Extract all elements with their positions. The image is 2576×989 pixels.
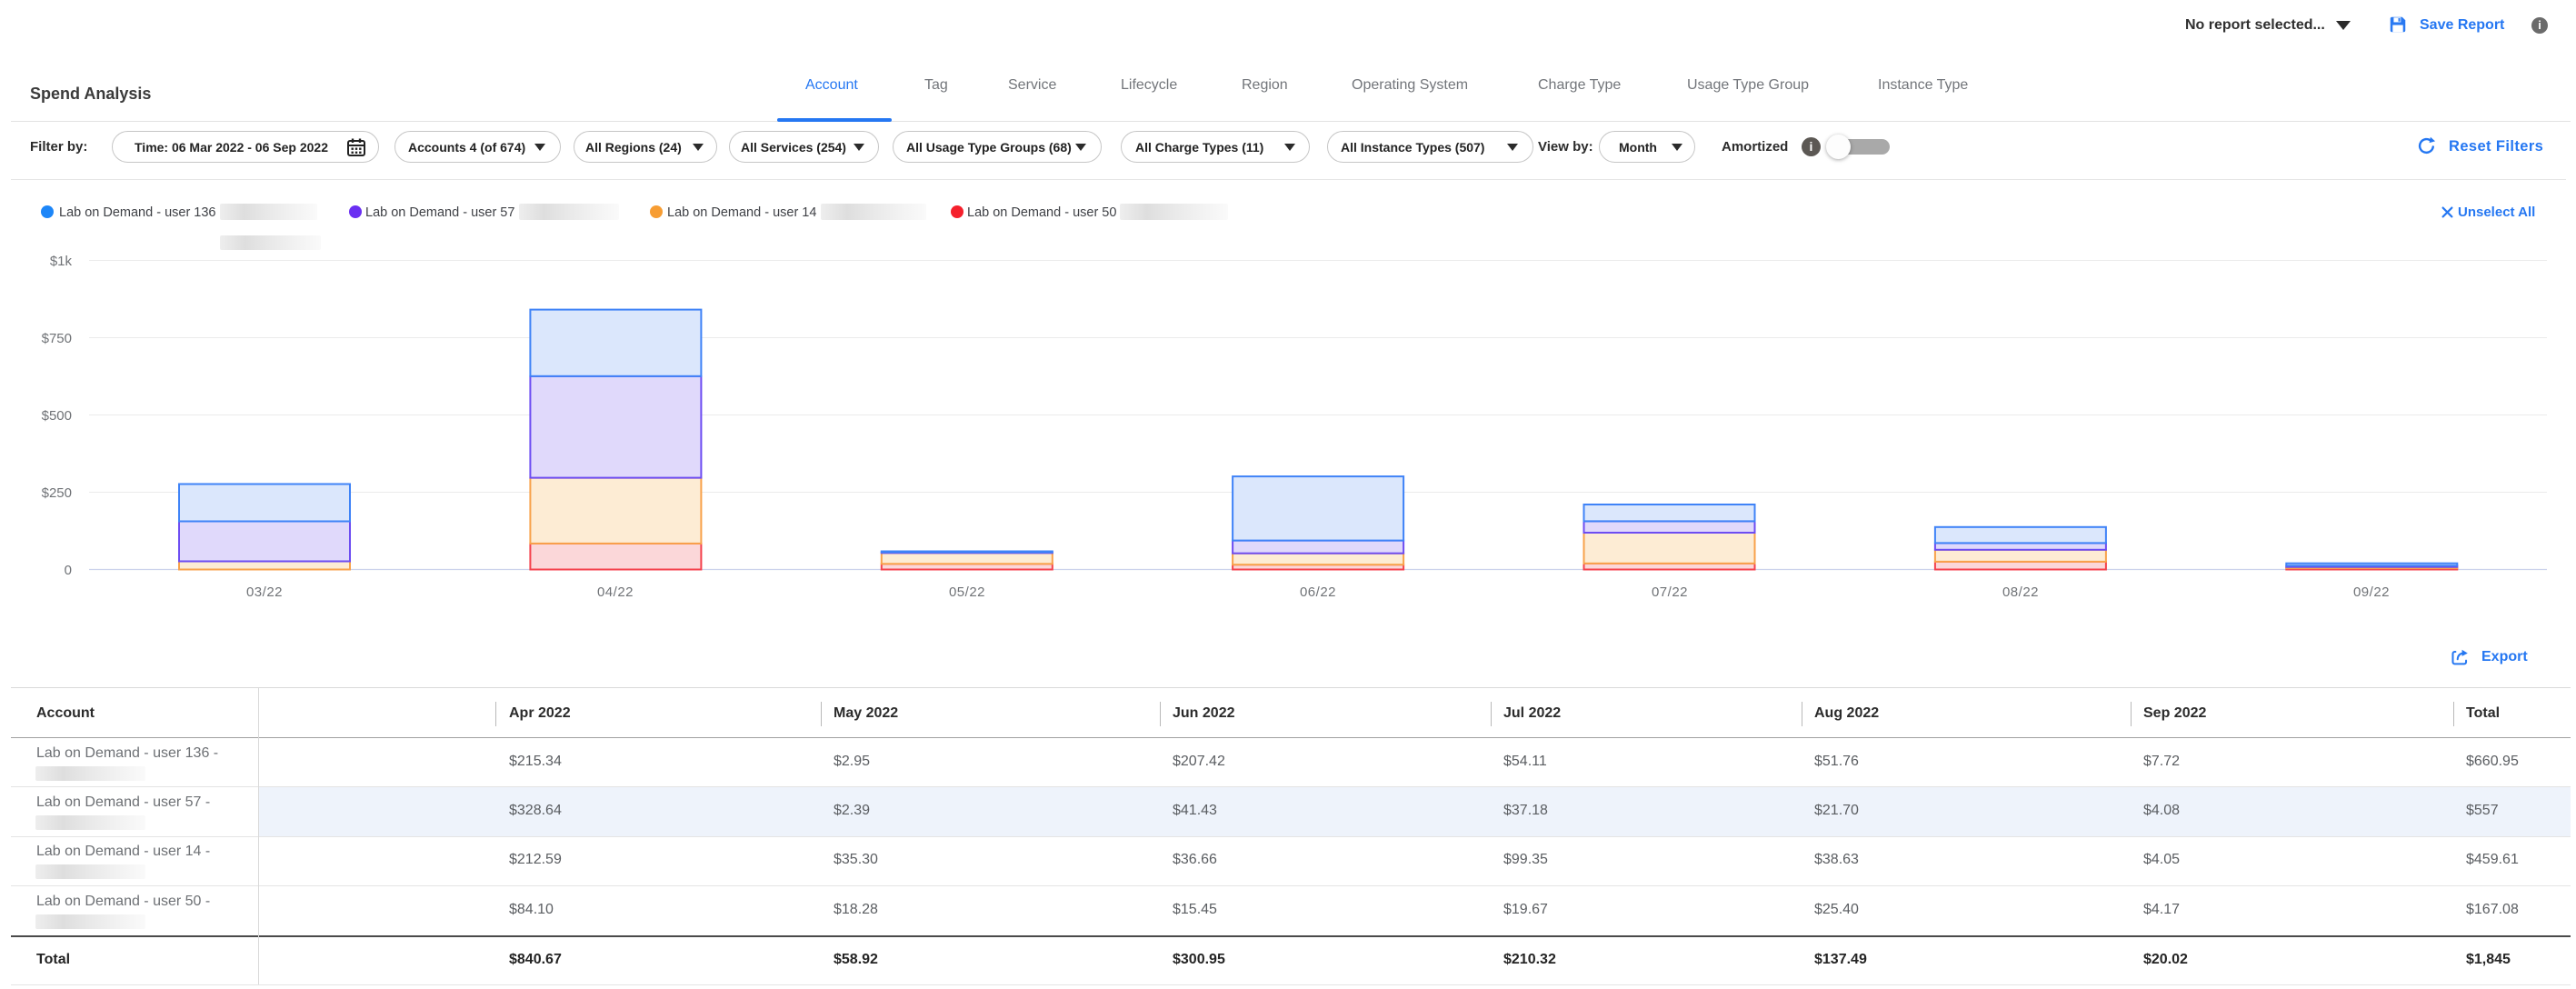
svg-text:$500: $500	[42, 408, 72, 424]
svg-text:0: 0	[65, 563, 72, 578]
svg-text:05/22: 05/22	[949, 584, 985, 600]
svg-text:04/22: 04/22	[597, 584, 634, 600]
svg-text:03/22: 03/22	[246, 584, 283, 600]
svg-text:09/22: 09/22	[2353, 584, 2390, 600]
svg-text:06/22: 06/22	[1300, 584, 1336, 600]
svg-text:$250: $250	[42, 485, 72, 501]
svg-text:$1k: $1k	[50, 254, 73, 269]
svg-text:$750: $750	[42, 331, 72, 346]
svg-text:08/22: 08/22	[2002, 584, 2039, 600]
svg-text:07/22: 07/22	[1652, 584, 1688, 600]
